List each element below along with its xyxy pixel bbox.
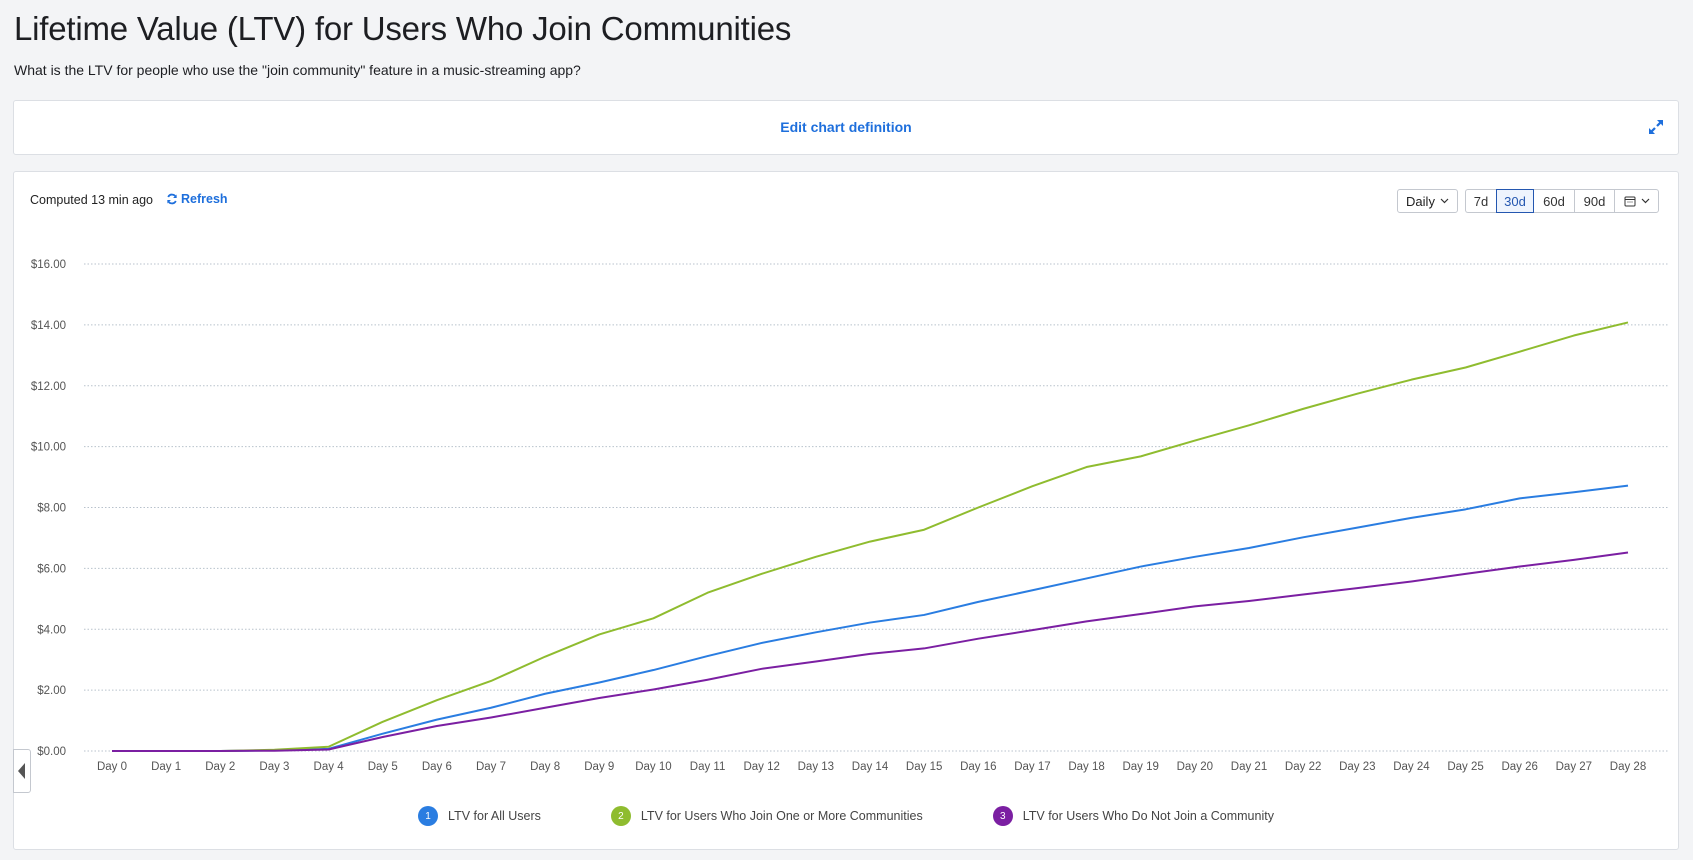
x-tick-label: Day 21 <box>1231 761 1267 773</box>
x-tick-label: Day 24 <box>1393 761 1430 773</box>
x-tick-label: Day 0 <box>97 761 127 773</box>
y-tick-label: $8.00 <box>37 503 66 515</box>
caret-left-icon <box>18 763 25 779</box>
legend-badge: 3 <box>992 806 1013 826</box>
x-tick-label: Day 4 <box>314 761 345 773</box>
series-line-1 <box>112 484 1629 752</box>
legend-label: LTV for Users Who Do Not Join a Communit… <box>1022 809 1274 823</box>
edit-chart-card: Edit chart definition <box>13 100 1679 155</box>
x-tick-label: Day 16 <box>960 761 996 773</box>
legend-badge: 2 <box>610 806 631 826</box>
expand-arrows-icon[interactable] <box>1646 117 1666 137</box>
series-line-3 <box>112 551 1629 752</box>
x-tick-label: Day 19 <box>1122 761 1158 773</box>
x-tick-label: Day 26 <box>1501 761 1537 773</box>
chart-card: Computed 13 min ago Refresh Daily 7d 30d… <box>13 171 1679 850</box>
x-tick-label: Day 17 <box>1014 761 1050 773</box>
collapse-panel-tab[interactable] <box>13 749 31 793</box>
x-tick-label: Day 10 <box>635 761 671 773</box>
x-tick-label: Day 25 <box>1447 761 1483 773</box>
x-tick-label: Day 14 <box>852 761 889 773</box>
edit-chart-definition-link[interactable]: Edit chart definition <box>14 119 1678 135</box>
y-tick-label: $2.00 <box>37 685 66 697</box>
x-tick-label: Day 3 <box>259 761 289 773</box>
chart-legend: 1 LTV for All Users 2 LTV for Users Who Joi… <box>14 806 1678 826</box>
legend-item-1[interactable]: 1 LTV for All Users <box>418 806 541 826</box>
x-tick-label: Day 23 <box>1339 761 1375 773</box>
x-tick-label: Day 18 <box>1068 761 1104 773</box>
page-subtitle: What is the LTV for people who use the "… <box>14 62 581 78</box>
x-tick-label: Day 8 <box>530 761 560 773</box>
legend-badge: 1 <box>418 806 439 826</box>
y-tick-label: $10.00 <box>31 442 66 454</box>
legend-item-2[interactable]: 2 LTV for Users Who Join One or More Comm… <box>610 806 923 826</box>
ltv-line-chart: $0.00 $2.00 $4.00 $6.00 $8.00 $10.00 $12.00 $14… <box>31 259 1669 773</box>
y-tick-label: $6.00 <box>37 563 66 575</box>
x-tick-label: Day 27 <box>1556 761 1592 773</box>
x-tick-label: Day 1 <box>151 761 181 773</box>
x-tick-label: Day 15 <box>906 761 942 773</box>
x-tick-label: Day 6 <box>422 761 452 773</box>
y-tick-label: $16.00 <box>31 259 66 271</box>
page-title: Lifetime Value (LTV) for Users Who Join … <box>14 10 792 47</box>
x-tick-label: Day 7 <box>476 761 506 773</box>
legend-item-3[interactable]: 3 LTV for Users Who Do Not Join a Communi… <box>992 806 1274 826</box>
y-tick-label: $14.00 <box>31 320 66 332</box>
y-tick-label: $12.00 <box>31 381 66 393</box>
legend-label: LTV for Users Who Join One or More Commu… <box>640 809 923 823</box>
x-tick-label: Day 28 <box>1610 761 1646 773</box>
x-tick-label: Day 5 <box>368 761 398 773</box>
x-tick-label: Day 11 <box>690 761 726 773</box>
y-tick-label: $0.00 <box>37 746 66 758</box>
x-tick-label: Day 2 <box>205 761 235 773</box>
x-tick-label: Day 22 <box>1285 761 1321 773</box>
x-tick-label: Day 9 <box>584 761 614 773</box>
x-tick-label: Day 13 <box>798 761 834 773</box>
series-line-2 <box>112 321 1629 752</box>
legend-label: LTV for All Users <box>448 809 541 823</box>
x-tick-label: Day 12 <box>743 761 779 773</box>
y-tick-label: $4.00 <box>37 624 66 636</box>
x-tick-label: Day 20 <box>1177 761 1213 773</box>
